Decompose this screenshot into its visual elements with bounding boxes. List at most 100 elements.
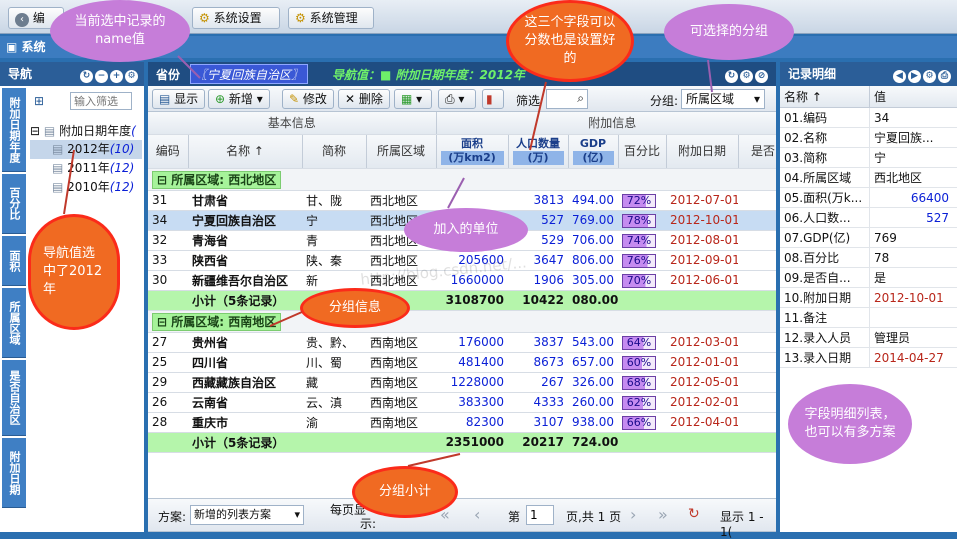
record-row[interactable]: 04.所属区域 西北地区 xyxy=(780,168,957,188)
record-row[interactable]: 11.备注 xyxy=(780,308,957,328)
collapse-icon[interactable]: − xyxy=(95,70,108,83)
cell-name: 宁夏回族自治区 xyxy=(188,210,302,231)
tab-system[interactable]: ▣ 系统 xyxy=(6,39,46,55)
table-row[interactable]: 26 云南省 云、滇 西南地区 383300 4333 260.00 62% 2012-02-0… xyxy=(148,392,776,413)
cell-autonomous xyxy=(738,250,776,271)
record-header-row: 名称 ↑ 值 xyxy=(780,86,957,108)
record-row[interactable]: 08.百分比 78 xyxy=(780,248,957,268)
col-name-header[interactable]: 名称 ↑ xyxy=(188,134,303,169)
callout-score-fields: 这三个字段可以分数也是设置好的 xyxy=(506,0,634,82)
record-row[interactable]: 02.名称 宁夏回族... xyxy=(780,128,957,148)
group-header-row[interactable]: ⊟ 所属区域: 西北地区 xyxy=(148,168,776,191)
record-row[interactable]: 05.面积(万k... 66400 xyxy=(780,188,957,208)
cell-population: 8673 xyxy=(508,352,569,373)
print-button[interactable]: ⎙ ▾ xyxy=(438,89,476,109)
delete-button[interactable]: ✕ 删除 xyxy=(338,89,390,109)
vtab-item[interactable]: 是否自治区 xyxy=(2,360,26,436)
cell-gdp: 260.00 xyxy=(568,392,619,413)
col-area-header[interactable]: 面积 (万km2) xyxy=(436,134,509,169)
cell-population: 267 xyxy=(508,372,569,393)
system-settings-menu[interactable]: ⚙ 系统设置 xyxy=(192,7,280,29)
record-value: 78 xyxy=(874,251,890,265)
nav-search-input[interactable] xyxy=(70,92,132,110)
table-row[interactable]: 25 四川省 川、蜀 西南地区 481400 8673 657.00 60% 2012-01-0… xyxy=(148,352,776,373)
col-autonomous-header[interactable]: 是否 xyxy=(738,134,776,169)
vtab-item[interactable]: 百分比 xyxy=(2,174,26,234)
percent-bar: 72% xyxy=(622,193,657,208)
prev-record-icon[interactable]: ◀ xyxy=(893,70,906,83)
display-button[interactable]: ▤ 显示 xyxy=(152,89,206,109)
vtab-item[interactable]: 面积 xyxy=(2,236,26,286)
record-row[interactable]: 01.编码 34 xyxy=(780,108,957,128)
col-region-header[interactable]: 所属区域 xyxy=(366,134,437,169)
cell-short: 云、滇 xyxy=(302,392,366,413)
last-page-icon[interactable]: » xyxy=(658,505,668,524)
tree-item[interactable]: ▤ 2010年(12) xyxy=(30,178,142,197)
vtab-item[interactable]: 附加日期年度 xyxy=(2,88,26,172)
refresh-icon[interactable]: ↻ xyxy=(688,506,700,522)
cell-gdp: 543.00 xyxy=(568,332,619,353)
scheme-select[interactable]: 新增的列表方案 ▾ xyxy=(190,505,304,525)
cell-region: 西南地区 xyxy=(366,412,437,433)
col-code-header[interactable]: 编码 xyxy=(148,134,189,169)
record-list: 01.编码 34 02.名称 宁夏回族... 03.简称宁 04.所属区域 西北地区 05.面… xyxy=(780,108,957,368)
next-record-icon[interactable]: ▶ xyxy=(908,70,921,83)
record-key: 02.名称 xyxy=(780,128,870,147)
cell-date: 2012-04-01 xyxy=(666,412,739,433)
table-row[interactable]: 28 重庆市渝西南地区 82300 3107 938.00 66% 2012-04-01 xyxy=(148,412,776,433)
vtab-item[interactable]: 附加日期 xyxy=(2,438,26,508)
cell-name: 贵州省 xyxy=(188,332,302,353)
prev-page-icon[interactable]: ‹ xyxy=(474,505,480,524)
col-short-header[interactable]: 简称 xyxy=(302,134,367,169)
close-icon[interactable]: ⊘ xyxy=(755,70,768,83)
edit-button[interactable]: ✎ 修改 xyxy=(282,89,334,109)
cell-date: 2012-07-01 xyxy=(666,190,739,211)
next-page-icon[interactable]: › xyxy=(630,505,636,524)
col-percent-header[interactable]: 百分比 xyxy=(618,134,667,169)
col-date-header[interactable]: 附加日期 xyxy=(666,134,739,169)
col-gdp-header[interactable]: GDP (亿) xyxy=(568,134,619,169)
cell-short: 陕、秦 xyxy=(302,250,366,271)
chart-button[interactable]: ▮ xyxy=(482,89,504,109)
record-row[interactable]: 13.录入日期 2014-04-27 xyxy=(780,348,957,368)
tree-root[interactable]: ⊟ ▤ 附加日期年度( xyxy=(30,122,142,140)
record-key: 12.录入人员 xyxy=(780,328,870,347)
cell-name: 青海省 xyxy=(188,230,302,251)
table-row[interactable]: 31 甘肃省 甘、陇 西北地区 3813 494.00 72% 2012-07-01 xyxy=(148,190,776,211)
cell-gdp: 769.00 xyxy=(568,210,619,231)
vtab-item[interactable]: 所属区域 xyxy=(2,288,26,358)
record-row[interactable]: 12.录入人员 管理员 xyxy=(780,328,957,348)
record-name-header[interactable]: 名称 ↑ xyxy=(780,86,870,107)
refresh-icon[interactable]: ↻ xyxy=(725,70,738,83)
tree-item[interactable]: ▤ 2012年(10) xyxy=(30,140,142,159)
settings-icon[interactable]: ⚙ xyxy=(125,70,138,83)
table-row[interactable]: 27 贵州省 贵、黔、 西南地区 176000 3837 543.00 64% 2012-03-… xyxy=(148,332,776,353)
collapse-toggle-icon[interactable]: ⊟ xyxy=(30,124,40,138)
filter-input[interactable]: ⌕ xyxy=(546,89,588,109)
refresh-icon[interactable]: ↻ xyxy=(80,70,93,83)
tree-item[interactable]: ▤ 2011年(12) xyxy=(30,159,142,178)
record-row[interactable]: 03.简称宁 xyxy=(780,148,957,168)
settings-icon[interactable]: ⚙ xyxy=(923,70,936,83)
record-row[interactable]: 07.GDP(亿) 769 xyxy=(780,228,957,248)
record-row[interactable]: 06.人口数... 527 xyxy=(780,208,957,228)
record-row[interactable]: 09.是否自... 是 xyxy=(780,268,957,288)
cell-gdp: 326.00 xyxy=(568,372,619,393)
group-header-row[interactable]: ⊟ 所属区域: 西南地区 xyxy=(148,310,776,333)
print-icon[interactable]: ⎙ xyxy=(938,70,951,83)
settings-icon[interactable]: ⚙ xyxy=(740,70,753,83)
system-management-menu[interactable]: ⚙ 系统管理 xyxy=(288,7,374,29)
folder-icon: ▤ xyxy=(43,124,56,138)
add-button[interactable]: ⊕ 新增 ▾ xyxy=(208,89,270,109)
group-select[interactable]: 所属区域 ▾ xyxy=(681,89,765,109)
record-row[interactable]: 10.附加日期 2012-10-01 xyxy=(780,288,957,308)
col-population-header[interactable]: 人口数量 (万) xyxy=(508,134,569,169)
basic-info-header: 基本信息 xyxy=(148,112,437,135)
expand-icon[interactable]: + xyxy=(110,70,123,83)
cell-short: 贵、黔、 xyxy=(302,332,366,353)
table-row[interactable]: 29 西藏藏族自治区藏西南地区 1228000 267 326.00 68% 2012-05… xyxy=(148,372,776,393)
export-button[interactable]: ▦ ▾ xyxy=(394,89,432,109)
cell-percent: 72% xyxy=(618,190,667,211)
page-input[interactable] xyxy=(526,505,554,525)
cell-autonomous xyxy=(738,270,776,291)
